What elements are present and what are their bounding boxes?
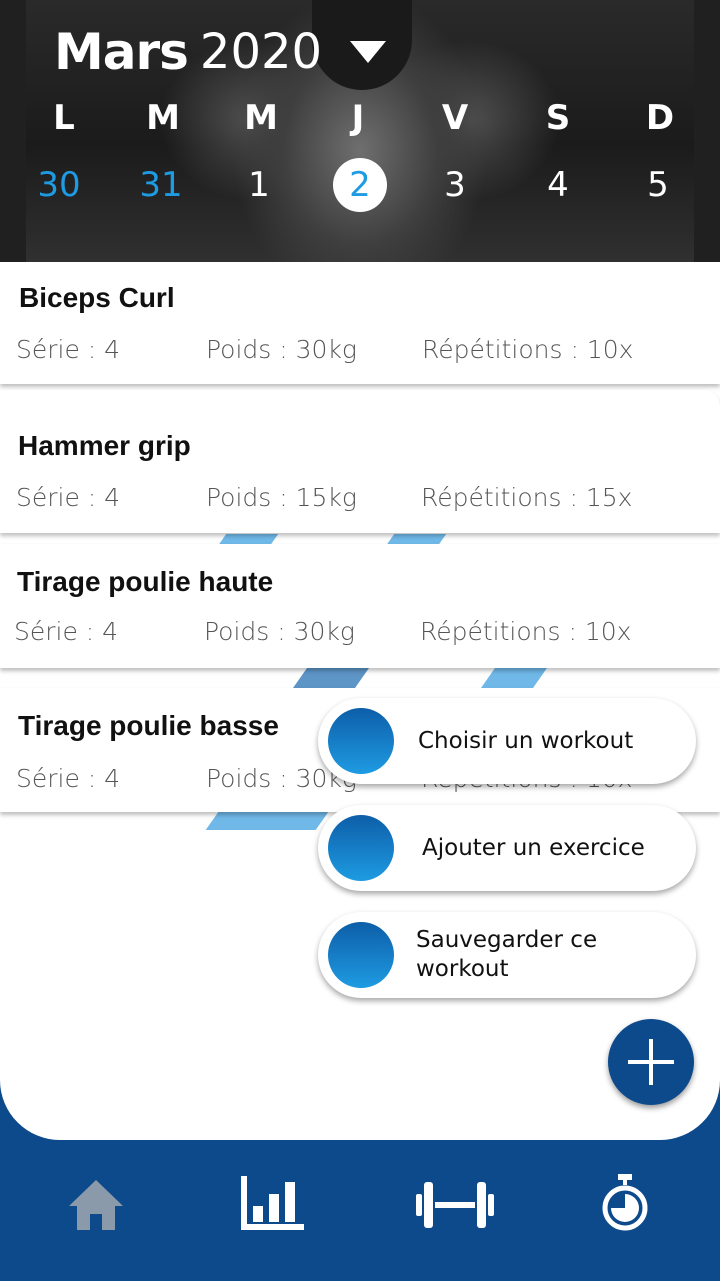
decorative-stripe [205, 812, 329, 830]
add-exercise-icon [328, 815, 394, 881]
stopwatch-icon [602, 1174, 648, 1231]
exercise-serie: Série : 4 [16, 483, 121, 512]
exercise-poids: Poids : 15kg [206, 483, 357, 512]
calendar-day[interactable]: 5 [628, 162, 688, 208]
weekday-label: J [351, 98, 365, 138]
home-icon [69, 1180, 123, 1230]
decorative-stripe [292, 668, 370, 688]
add-exercise-label: Ajouter un exercice [422, 834, 645, 861]
exercise-card[interactable]: Biceps Curl Série : 4 Poids : 30kg Répét… [0, 262, 720, 384]
month-selector[interactable]: Mars 2020 [54, 20, 387, 84]
selected-day-label: 2 [333, 158, 387, 212]
exercise-card[interactable]: Hammer grip Série : 4 Poids : 15kg Répét… [0, 390, 720, 533]
calendar-day[interactable]: 1 [229, 162, 289, 208]
add-fab-button[interactable] [608, 1019, 694, 1105]
calendar-day[interactable]: 30 [29, 162, 89, 208]
weekday-label: M [244, 98, 278, 138]
exercise-name: Tirage poulie haute [17, 566, 274, 597]
add-exercise-button[interactable]: Ajouter un exercice [318, 805, 696, 891]
calendar-day[interactable]: 31 [131, 162, 191, 208]
month-label: Mars [54, 23, 189, 81]
save-workout-icon [328, 922, 394, 988]
calendar-day-selected[interactable]: 2 [330, 158, 390, 212]
nav-timer[interactable] [580, 1170, 670, 1240]
exercise-serie: Série : 4 [14, 617, 119, 646]
calendar-day[interactable]: 3 [425, 162, 485, 208]
save-workout-label: Sauvegarder ce workout [416, 927, 598, 982]
weekday-label: D [645, 98, 675, 138]
exercise-name: Hammer grip [18, 430, 191, 461]
nav-home[interactable] [51, 1170, 141, 1240]
exercise-repetitions: Répétitions : 10x [422, 335, 634, 364]
exercise-repetitions: Répétitions : 15x [421, 483, 633, 512]
choose-workout-label: Choisir un workout [418, 727, 634, 754]
exercise-poids: Poids : 30kg [206, 335, 357, 364]
decorative-stripe [480, 668, 548, 688]
exercise-name: Biceps Curl [19, 282, 175, 313]
weekday-label: L [53, 98, 75, 138]
exercise-repetitions: Répétitions : 10x [420, 617, 632, 646]
choose-workout-button[interactable]: Choisir un workout [318, 698, 696, 784]
dropdown-caret-icon[interactable] [350, 41, 387, 63]
year-label: 2020 [199, 24, 323, 80]
exercise-name: Tirage poulie basse [18, 710, 279, 741]
weekday-label: M [146, 98, 180, 138]
nav-workouts[interactable] [410, 1170, 500, 1240]
stats-icon [241, 1176, 304, 1230]
exercise-card[interactable]: Tirage poulie haute Série : 4 Poids : 30… [0, 544, 720, 668]
exercise-poids: Poids : 30kg [204, 617, 355, 646]
calendar-header: Mars 2020 L M M J V S D 30 31 1 2 3 4 5 [0, 0, 720, 262]
weekday-label: S [545, 98, 571, 138]
save-workout-button[interactable]: Sauvegarder ce workout [318, 912, 696, 998]
exercise-serie: Série : 4 [16, 335, 121, 364]
exercise-serie: Série : 4 [16, 764, 121, 793]
nav-stats[interactable] [227, 1170, 317, 1240]
dumbbell-icon [416, 1182, 494, 1228]
choose-workout-icon [328, 708, 394, 774]
weekday-label: V [441, 98, 469, 138]
calendar-day[interactable]: 4 [528, 162, 588, 208]
